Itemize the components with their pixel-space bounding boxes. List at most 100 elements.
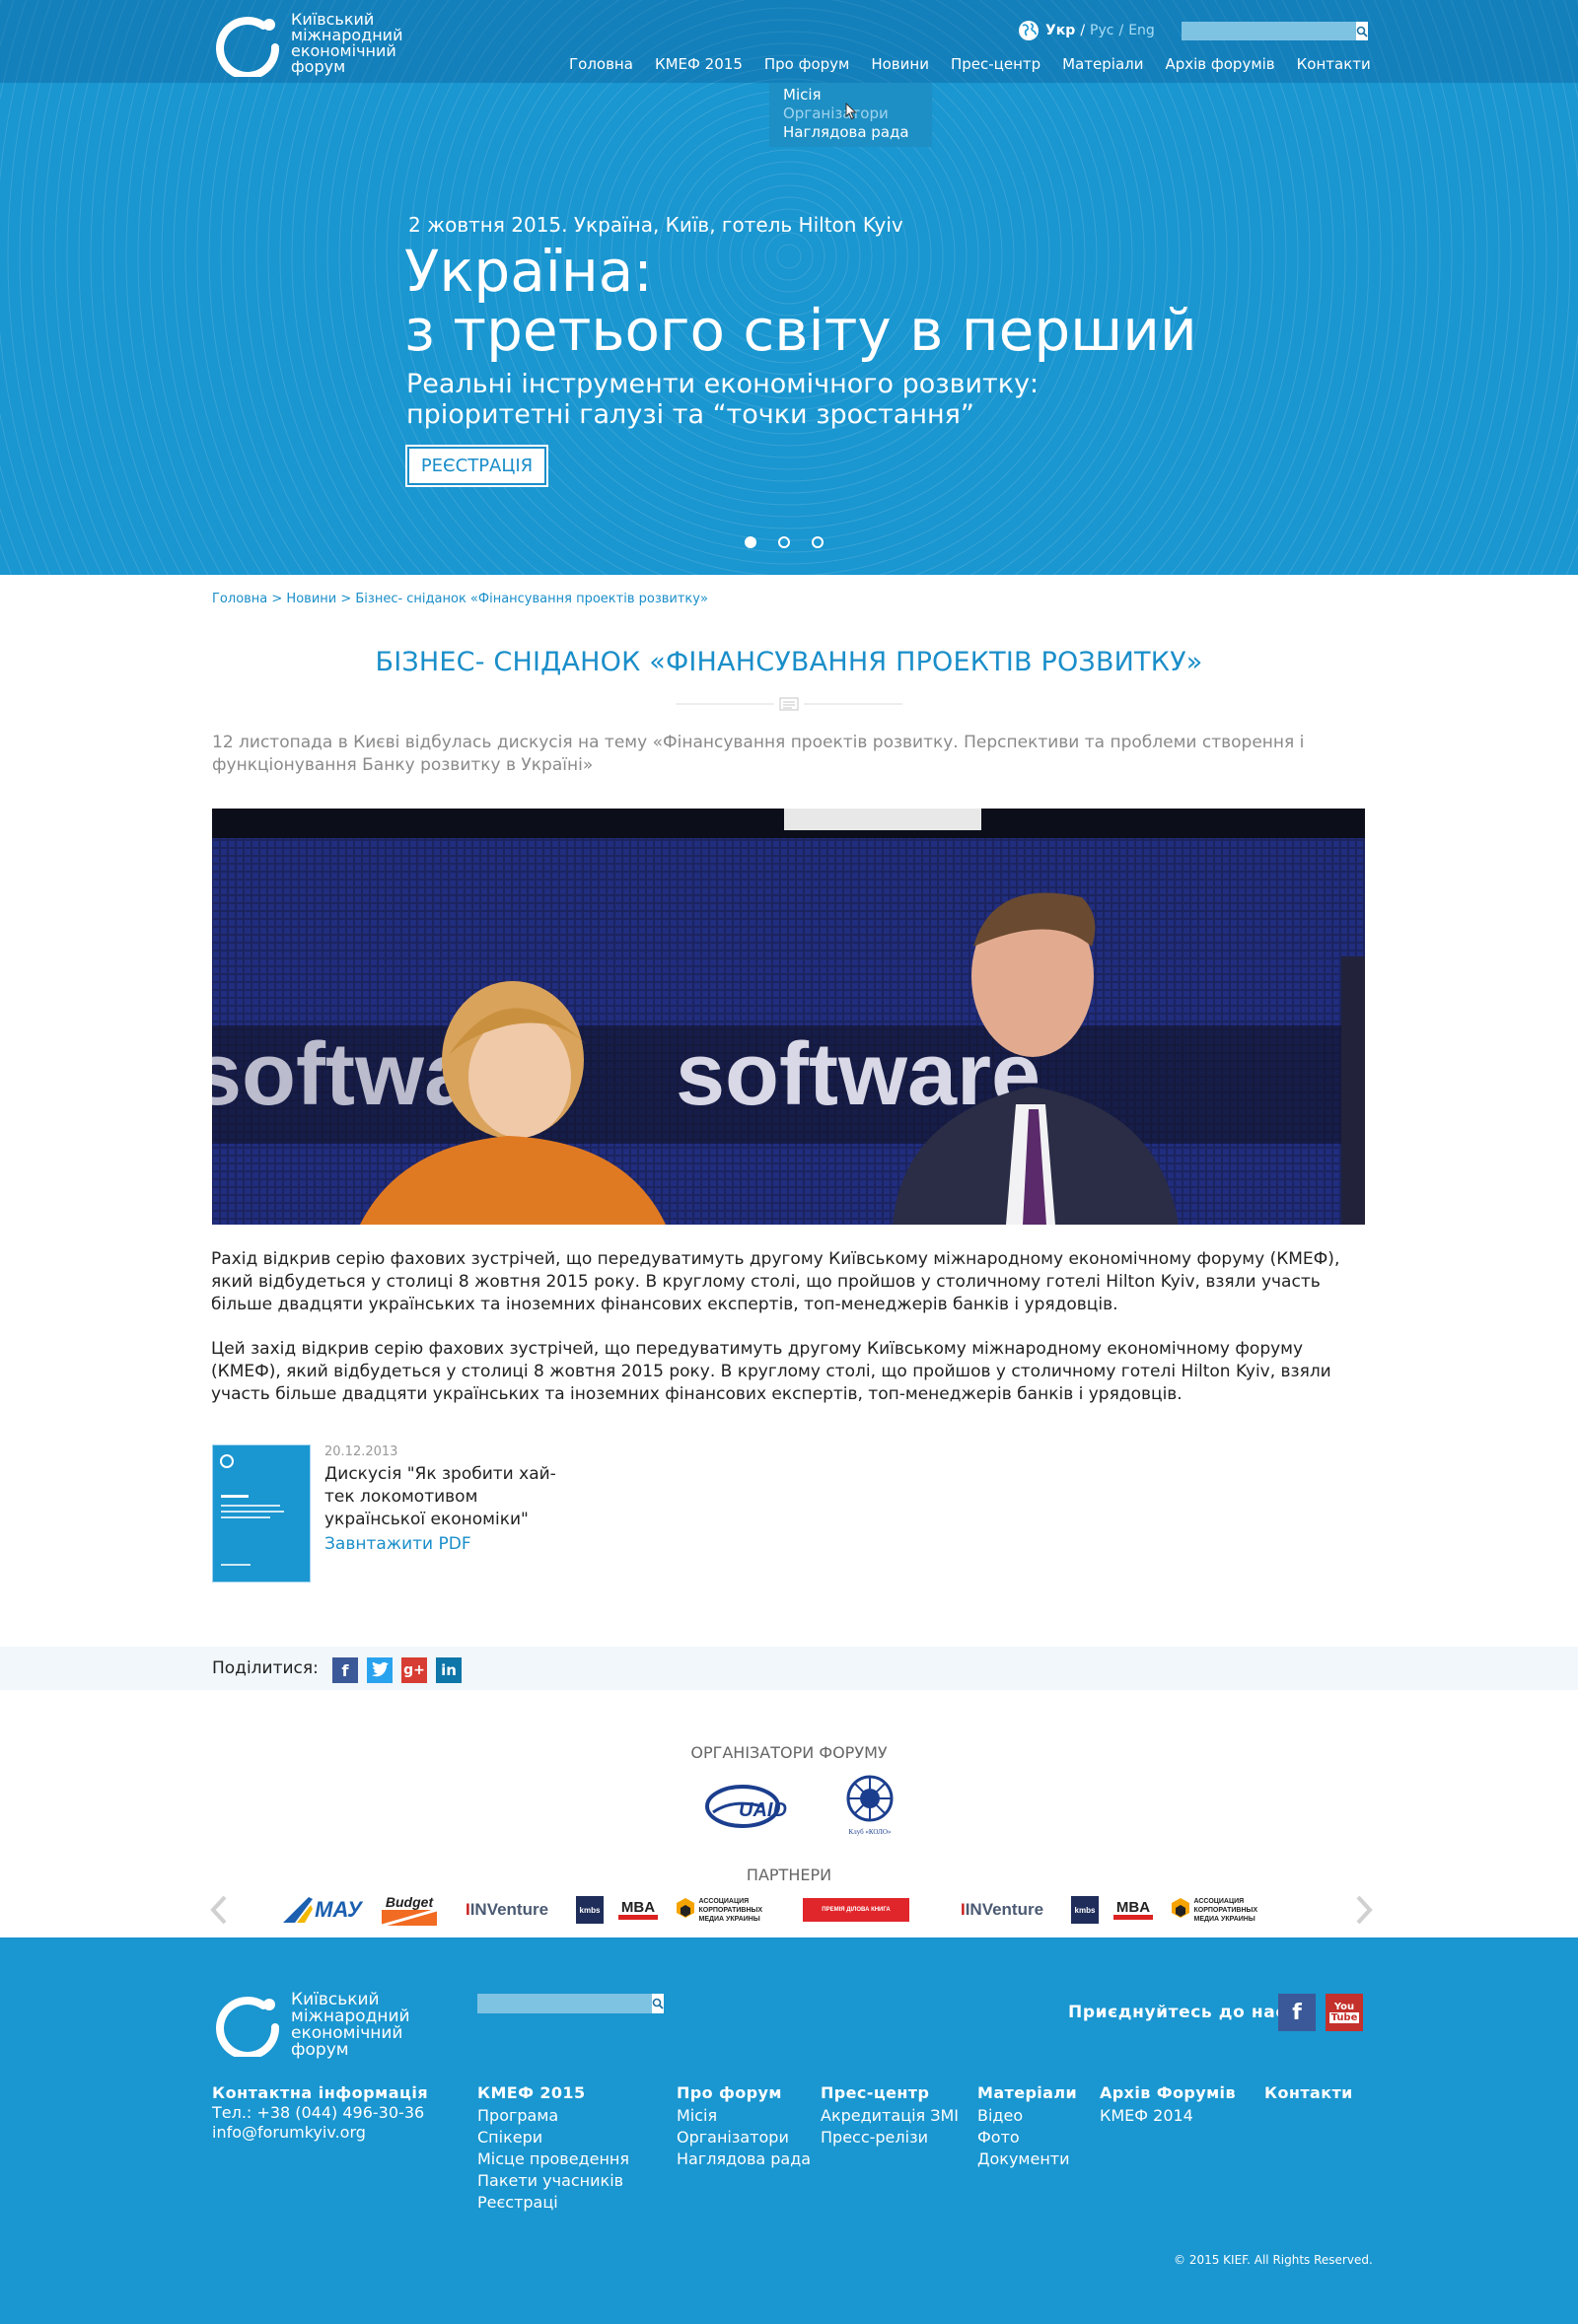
hero-title-line: з третього світу в перший [404, 297, 1197, 364]
footer-link[interactable]: Акредитація ЗМІ [821, 2105, 959, 2127]
partner-budget-logo[interactable]: Budget [381, 1894, 438, 1926]
header-search-input[interactable] [1182, 22, 1356, 40]
logo-line: форум [291, 57, 346, 76]
footer-col-contacts: Контакти [1264, 2083, 1353, 2105]
contact-email[interactable]: info@forumkyiv.org [212, 2123, 428, 2143]
partner-inventure-logo[interactable]: I INVenture [452, 1900, 562, 1920]
linkedin-icon[interactable]: in [436, 1657, 462, 1683]
footer-link[interactable]: Спікери [477, 2127, 629, 2148]
partner-inventure-logo[interactable]: I INVenture [947, 1900, 1057, 1920]
register-button[interactable]: РЕЄСТРАЦІЯ [405, 445, 548, 487]
footer-col-press: Прес-центр Акредитація ЗМІ Пресс-релізи [821, 2083, 959, 2148]
club-kolo-logo[interactable]: Клуб «КОЛО» [835, 1771, 904, 1840]
nav-press-center[interactable]: Прес-центр [951, 55, 1040, 73]
footer-link[interactable]: КМЕФ 2014 [1100, 2105, 1236, 2127]
nav-news[interactable]: Новини [871, 55, 929, 73]
dropdown-item-organizers[interactable]: Організатори [783, 105, 932, 123]
hero-subtitle: Реальні інструменти економічного розвитк… [406, 369, 1039, 430]
footer-link[interactable]: Організатори [677, 2127, 811, 2148]
contact-info: Контактна інформація Тел.: +38 (044) 496… [212, 2083, 428, 2143]
partner-mau-logo[interactable]: МАУ [276, 1895, 367, 1925]
nav-archive[interactable]: Архів форумів [1165, 55, 1274, 73]
partner-logo-text: kmbs [579, 1905, 601, 1915]
article-photo: software software [212, 809, 1365, 1225]
partner-logo-text: INVenture [469, 1900, 549, 1919]
page-title: БІЗНЕС- СНІДАНОК «ФІНАНСУВАННЯ ПРОЕКТІВ … [375, 647, 1203, 677]
lang-separator: / [1080, 23, 1086, 38]
logo-mark-icon [216, 17, 280, 77]
uaid-logo-text: UAID [739, 1799, 787, 1821]
globe-icon [1019, 21, 1039, 40]
twitter-icon[interactable] [367, 1657, 393, 1683]
partner-business-book-logo[interactable]: ПРЕМІЯ ДІЛОВА КНИГА [803, 1898, 909, 1922]
slider-dot-3[interactable] [812, 536, 824, 548]
search-icon [1356, 26, 1368, 37]
footer: Київський міжнародний економічний форум … [0, 1937, 1578, 2324]
share-label: Поділитися: [212, 1658, 319, 1678]
footer-col-heading[interactable]: Матеріали [977, 2083, 1077, 2103]
footer-col-heading[interactable]: Контакти [1264, 2083, 1353, 2103]
footer-link[interactable]: Програма [477, 2105, 629, 2127]
carousel-next-arrow-icon[interactable] [1350, 1893, 1376, 1927]
partner-kmbs-logo[interactable]: kmbs [1071, 1896, 1099, 1924]
footer-search-button[interactable] [652, 1994, 664, 2013]
footer-link[interactable]: Наглядова рада [677, 2148, 811, 2170]
footer-link[interactable]: Документи [977, 2148, 1077, 2170]
footer-link[interactable]: Реєстраці [477, 2192, 629, 2214]
carousel-prev-arrow-icon[interactable] [207, 1893, 233, 1927]
lang-rus[interactable]: Рус [1090, 23, 1113, 38]
footer-col-heading[interactable]: Про форум [677, 2083, 811, 2103]
site-logo[interactable]: Київський міжнародний економічний форум [212, 12, 419, 77]
slider-dot-1[interactable] [745, 536, 756, 548]
footer-search-input[interactable] [477, 1994, 652, 2013]
googleplus-icon[interactable]: g+ [401, 1657, 427, 1683]
language-switcher: Укр / Рус / Eng [1018, 20, 1155, 41]
breadcrumb[interactable]: Головна > Новини > Бізнес- сніданок «Фін… [212, 592, 708, 606]
footer-col-archive: Архів Форумів КМЕФ 2014 [1100, 2083, 1236, 2127]
footer-link[interactable]: Пресс-релізи [821, 2127, 959, 2148]
nav-home[interactable]: Головна [569, 55, 633, 73]
main-nav: Головна КМЕФ 2015 Про форум Новини Прес-… [569, 55, 1371, 73]
dropdown-item-supervisory-board[interactable]: Наглядова рада [783, 123, 932, 142]
document-title: Дискусія "Як зробити хай-тек локомотивом… [324, 1464, 556, 1529]
uaid-logo[interactable]: UAID [703, 1777, 812, 1834]
partner-corp-media-logo[interactable]: АССОЦИАЦИЯ КОРПОРАТИВНЫХ МЕДИА УКРАИНЫ [1168, 1897, 1284, 1924]
document-thumbnail[interactable] [212, 1444, 311, 1583]
partner-mba-logo[interactable]: MBA [1112, 1900, 1154, 1920]
partner-logo-text: Budget [385, 1894, 434, 1910]
article-lead: 12 листопада в Києві відбулась дискусія … [212, 733, 1305, 775]
footer-link[interactable]: Місія [677, 2105, 811, 2127]
footer-col-heading[interactable]: Архів Форумів [1100, 2083, 1236, 2103]
youtube-icon[interactable]: You Tube [1326, 1994, 1363, 2031]
header-search-button[interactable] [1356, 22, 1368, 40]
partners-title: ПАРТНЕРИ [746, 1866, 832, 1884]
nav-kmef-2015[interactable]: КМЕФ 2015 [655, 55, 743, 73]
footer-link[interactable]: Пакети учасників [477, 2170, 629, 2192]
footer-link[interactable]: Відео [977, 2105, 1077, 2127]
footer-link[interactable]: Фото [977, 2127, 1077, 2148]
nav-contacts[interactable]: Контакти [1297, 55, 1371, 73]
logo-text: Київський міжнародний економічний форум [291, 1992, 419, 2059]
partner-mba-logo[interactable]: MBA [617, 1900, 659, 1920]
footer-col-about: Про форум Місія Організатори Наглядова р… [677, 2083, 811, 2170]
footer-col-heading[interactable]: КМЕФ 2015 [477, 2083, 629, 2103]
contact-phone[interactable]: Тел.: +38 (044) 496-30-36 [212, 2103, 428, 2123]
footer-col-heading[interactable]: Прес-центр [821, 2083, 959, 2103]
header-search [1182, 22, 1368, 40]
footer-link[interactable]: Місце проведення [477, 2148, 629, 2170]
footer-logo[interactable]: Київський міжнародний економічний форум [212, 1992, 419, 2059]
title-divider [676, 697, 902, 711]
lang-ukr[interactable]: Укр [1045, 23, 1075, 38]
partner-kmbs-logo[interactable]: kmbs [576, 1896, 604, 1924]
partners-logos: МАУ Budget I INVenture kmbs MBA АССОЦИАЦИ… [276, 1887, 1298, 1933]
nav-materials[interactable]: Матеріали [1062, 55, 1143, 73]
partner-corp-media-logo[interactable]: АССОЦИАЦИЯ КОРПОРАТИВНЫХ МЕДИА УКРАИНЫ [673, 1897, 789, 1924]
slider-dot-2[interactable] [778, 536, 790, 548]
lang-separator: / [1118, 23, 1124, 38]
facebook-icon[interactable]: f [332, 1657, 358, 1683]
nav-about[interactable]: Про форум [764, 55, 849, 73]
dropdown-item-mission[interactable]: Місія [783, 86, 932, 105]
lang-eng[interactable]: Eng [1128, 23, 1155, 38]
facebook-icon[interactable]: f [1278, 1994, 1316, 2031]
download-pdf-link[interactable]: Завнтажити PDF [324, 1534, 581, 1554]
